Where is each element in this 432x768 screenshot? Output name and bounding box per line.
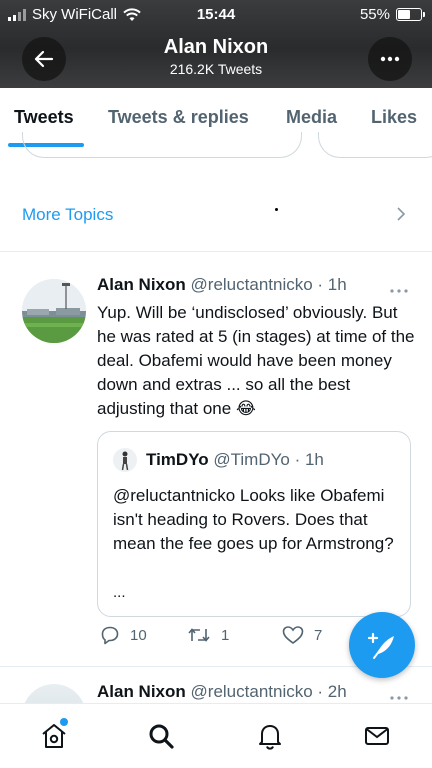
tab-media[interactable]: Media bbox=[286, 107, 337, 128]
nav-home[interactable] bbox=[38, 718, 70, 752]
bottom-navigation bbox=[0, 703, 432, 768]
quoted-tweet-text: @reluctantnicko Looks like Obafemi isn't… bbox=[113, 486, 394, 553]
author-name[interactable]: Alan Nixon bbox=[97, 682, 186, 701]
profile-header-banner: Sky WiFiCall 15:44 55% Alan Nixon 216.2K… bbox=[0, 0, 432, 88]
avatar bbox=[113, 448, 137, 472]
quoted-author-name: TimDYo bbox=[146, 450, 209, 469]
tweet-header: Alan Nixon @reluctantnicko · 1h bbox=[97, 275, 347, 295]
notification-dot bbox=[60, 718, 68, 726]
quoted-tweet-header: TimDYo @TimDYo · 1h bbox=[146, 450, 324, 470]
nav-messages[interactable] bbox=[361, 720, 393, 752]
author-name[interactable]: Alan Nixon bbox=[97, 275, 186, 294]
more-options-button[interactable] bbox=[368, 37, 412, 81]
topic-card[interactable] bbox=[318, 132, 432, 158]
home-icon bbox=[42, 724, 66, 748]
more-horizontal-icon bbox=[390, 289, 408, 293]
tweet-time: · 2h bbox=[317, 682, 347, 701]
chevron-right-icon bbox=[397, 207, 406, 221]
tab-likes[interactable]: Likes bbox=[371, 107, 417, 128]
tweet-options-button[interactable] bbox=[390, 277, 408, 298]
scroll-dot bbox=[275, 208, 278, 211]
bell-icon bbox=[259, 725, 281, 750]
tab-tweets-replies[interactable]: Tweets & replies bbox=[108, 107, 249, 128]
quoted-tweet-ellipsis: ... bbox=[113, 584, 126, 601]
retweet-icon bbox=[188, 628, 210, 642]
status-right: 55% bbox=[359, 6, 425, 23]
feather-plus-icon bbox=[367, 632, 394, 659]
mail-icon bbox=[365, 727, 389, 745]
more-topics-row[interactable]: More Topics bbox=[0, 186, 432, 252]
more-horizontal-icon bbox=[380, 56, 400, 62]
reply-button[interactable]: 10 bbox=[100, 625, 147, 645]
author-handle[interactable]: @reluctantnicko bbox=[191, 275, 313, 294]
nav-notifications[interactable] bbox=[254, 720, 286, 752]
more-horizontal-icon bbox=[390, 696, 408, 700]
quoted-tweet[interactable]: TimDYo @TimDYo · 1h @reluctantnicko Look… bbox=[97, 431, 411, 617]
quoted-author-handle: @TimDYo bbox=[213, 450, 290, 469]
tweet-header: Alan Nixon @reluctantnicko · 2h bbox=[97, 682, 347, 702]
retweet-count: 1 bbox=[221, 626, 230, 644]
reply-count: 10 bbox=[130, 626, 147, 644]
battery-percent: 55% bbox=[359, 6, 390, 23]
author-handle[interactable]: @reluctantnicko bbox=[191, 682, 313, 701]
battery-icon bbox=[396, 8, 425, 21]
like-button[interactable]: 7 bbox=[282, 625, 322, 645]
figure-avatar-image bbox=[121, 451, 129, 471]
tweet-text: Yup. Will be ‘undisclosed’ obviously. Bu… bbox=[97, 303, 415, 418]
search-icon bbox=[149, 724, 174, 749]
more-topics-link[interactable]: More Topics bbox=[22, 205, 113, 225]
retweet-button[interactable]: 1 bbox=[187, 625, 229, 645]
status-bar: Sky WiFiCall 15:44 55% bbox=[0, 4, 432, 26]
reply-icon bbox=[101, 626, 119, 645]
tweet-count: 216.2K Tweets bbox=[169, 61, 263, 77]
quoted-tweet-time: · 1h bbox=[294, 450, 324, 469]
avatar[interactable] bbox=[22, 279, 86, 343]
stadium-avatar-image bbox=[22, 279, 86, 343]
like-count: 7 bbox=[314, 626, 323, 644]
tab-tweets[interactable]: Tweets bbox=[14, 107, 74, 128]
topic-card[interactable] bbox=[22, 132, 302, 158]
tweet-options-button[interactable] bbox=[390, 684, 408, 705]
compose-tweet-button[interactable] bbox=[349, 612, 415, 678]
tweet-time: · 1h bbox=[317, 275, 347, 294]
tweet[interactable]: Alan Nixon @reluctantnicko · 1h Yup. Wil… bbox=[0, 253, 432, 667]
nav-search[interactable] bbox=[145, 720, 177, 752]
heart-icon bbox=[282, 626, 304, 644]
